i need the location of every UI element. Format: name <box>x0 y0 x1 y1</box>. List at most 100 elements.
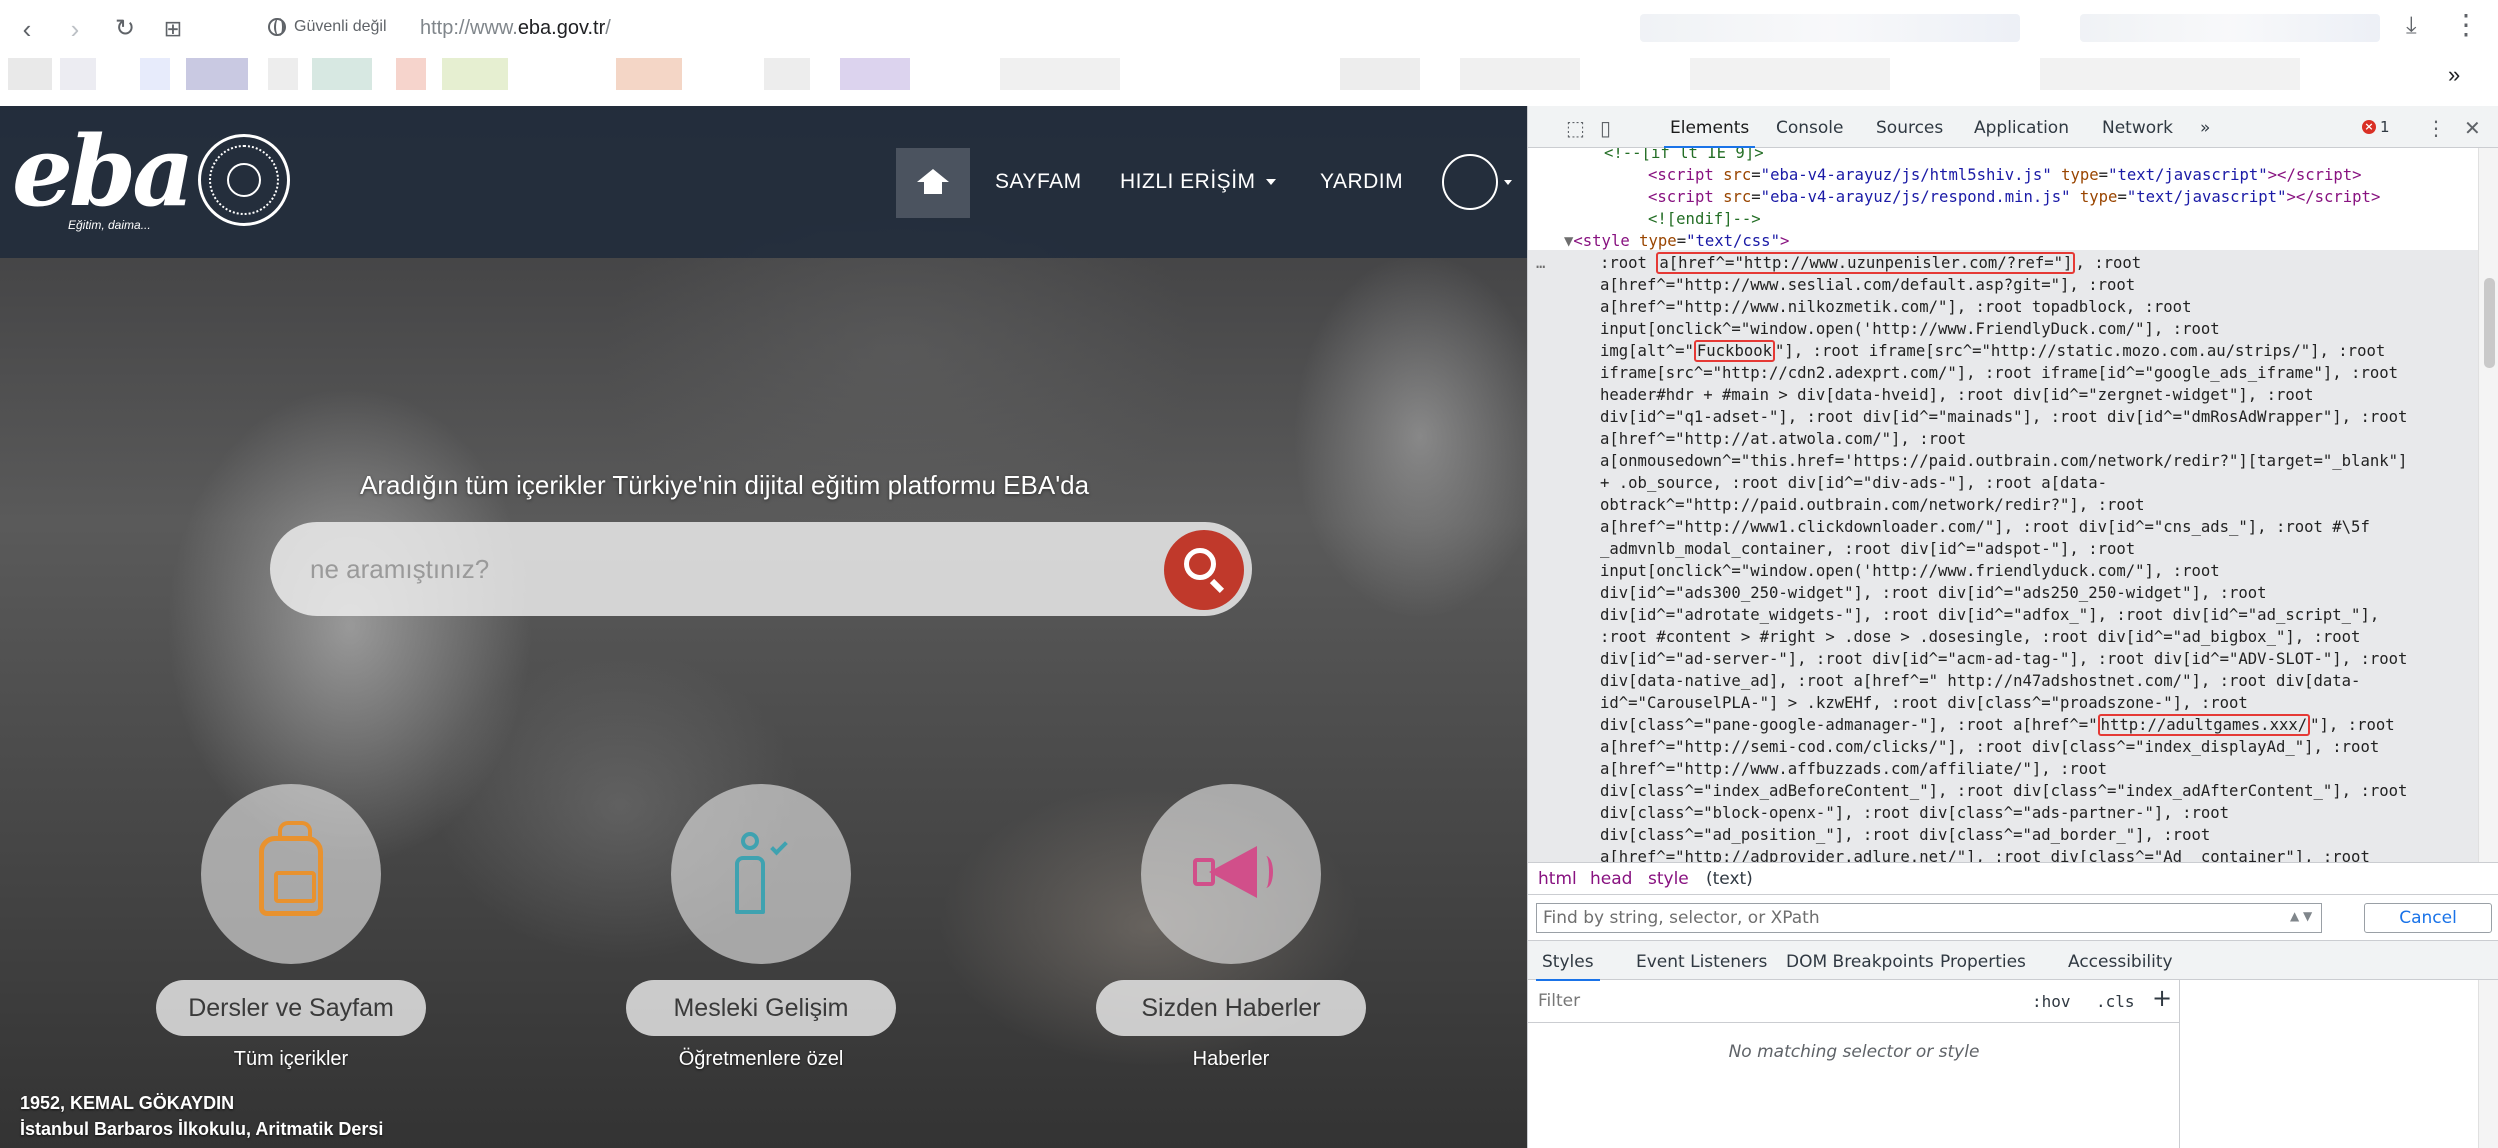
css-text-line[interactable]: header#hdr + #main > div[data-hveid], :r… <box>1600 384 2314 406</box>
feature-circle[interactable] <box>1141 784 1321 964</box>
css-text-line[interactable]: iframe[src^="http://cdn2.adexprt.com/"],… <box>1600 362 2398 384</box>
tab-application[interactable]: Application <box>1974 118 2069 138</box>
feature-button[interactable]: Dersler ve Sayfam <box>156 980 426 1036</box>
more-tabs-icon[interactable]: » <box>2200 118 2210 138</box>
apps-grid-icon[interactable]: ⊞ <box>156 12 190 46</box>
tab-console[interactable]: Console <box>1776 118 1844 138</box>
css-text-line[interactable]: _admvnlb_modal_container, :root div[id^=… <box>1600 538 2135 560</box>
download-icon[interactable]: ⤓ <box>2406 12 2417 40</box>
breadcrumb-text[interactable]: (text) <box>1706 869 1753 889</box>
tab-sources[interactable]: Sources <box>1876 118 1943 138</box>
styles-scrollbar[interactable] <box>2478 980 2498 1148</box>
cancel-button[interactable]: Cancel <box>2364 903 2492 933</box>
css-text-line[interactable]: a[onmousedown^="this.href='https://paid.… <box>1600 450 2407 472</box>
css-text-line[interactable]: div[class^="ad_position_"], :root div[cl… <box>1600 824 2210 846</box>
eba-logo[interactable]: eba <box>12 124 194 220</box>
find-nav-arrows-icon[interactable]: ▲ ▼ <box>2290 909 2312 923</box>
address-bar[interactable]: http://www.eba.gov.tr/ <box>420 17 611 40</box>
css-text-line[interactable]: a[href^="http://www1.clickdownloader.com… <box>1600 516 2370 538</box>
bookmark-blurred[interactable] <box>616 58 682 90</box>
back-icon[interactable]: ‹ <box>10 12 44 46</box>
reload-icon[interactable]: ↻ <box>108 12 142 46</box>
bookmark-blurred[interactable] <box>268 58 298 90</box>
css-text-line[interactable]: :root a[href^="http://www.uzunpenisler.c… <box>1600 252 2141 274</box>
bookmark-blurred[interactable] <box>140 58 170 90</box>
find-input[interactable] <box>1536 903 2322 933</box>
browser-menu-icon[interactable]: ⋮ <box>2452 8 2480 41</box>
bookmark-blurred[interactable] <box>840 58 910 90</box>
tab-dom-breakpoints[interactable]: DOM Breakpoints <box>1786 952 1934 972</box>
breadcrumb-head[interactable]: head <box>1590 869 1632 889</box>
css-text-line[interactable]: div[id^="q1-adset-"], :root div[id^="mai… <box>1600 406 2407 428</box>
css-text-line[interactable]: a[href^="http://semi-cod.com/clicks/"], … <box>1600 736 2379 758</box>
new-style-rule-icon[interactable]: + <box>2152 984 2172 1012</box>
bookmark-blurred[interactable] <box>764 58 810 90</box>
close-icon[interactable]: ✕ <box>2464 116 2481 140</box>
styles-filter-input[interactable] <box>1532 984 1986 1018</box>
feature-circle[interactable] <box>201 784 381 964</box>
css-text-line[interactable]: img[alt^=" Fuckbook "], :root iframe[src^=… <box>1600 340 2385 362</box>
bookmark-blurred[interactable] <box>1000 58 1120 90</box>
tab-elements[interactable]: Elements <box>1663 118 1756 148</box>
cls-toggle[interactable]: .cls <box>2096 992 2135 1011</box>
bookmark-blurred[interactable] <box>2040 58 2300 90</box>
ministry-seal[interactable] <box>198 134 290 226</box>
tab-accessibility[interactable]: Accessibility <box>2068 952 2173 972</box>
bookmark-blurred[interactable] <box>396 58 426 90</box>
bookmark-blurred[interactable] <box>8 58 52 90</box>
inspect-element-icon[interactable]: ⬚ <box>1566 116 1585 140</box>
more-options-icon[interactable]: … <box>1536 252 1545 274</box>
bookmark-blurred[interactable] <box>60 58 96 90</box>
breadcrumb-style[interactable]: style <box>1648 869 1689 889</box>
forward-icon[interactable]: › <box>58 12 92 46</box>
css-text-line[interactable]: a[href^="http://www.seslial.com/default.… <box>1600 274 2135 296</box>
bookmark-blurred[interactable] <box>1690 58 1890 90</box>
feature-circle[interactable] <box>671 784 851 964</box>
tab-styles[interactable]: Styles <box>1536 952 1600 981</box>
bookmarks-overflow-icon[interactable]: » <box>2448 62 2460 88</box>
css-text-line[interactable]: div[class^="index_adBeforeContent_"], :r… <box>1600 780 2407 802</box>
bookmark-blurred[interactable] <box>186 58 248 90</box>
css-text-line[interactable]: :root #content > #right > .dose > .doses… <box>1600 626 2360 648</box>
tab-properties[interactable]: Properties <box>1940 952 2026 972</box>
nav-hizli-erisim[interactable]: HIZLI ERİŞİM <box>1120 170 1276 194</box>
css-text-line[interactable]: a[href^="http://at.atwola.com/"], :root <box>1600 428 1966 450</box>
tab-event-listeners[interactable]: Event Listeners <box>1636 952 1767 972</box>
avatar[interactable] <box>1442 154 1498 210</box>
css-text-line[interactable]: div[id^="adrotate_widgets-"], :root div[… <box>1600 604 2379 626</box>
css-text-line[interactable]: a[href^="http://www.nilkozmetik.com/"], … <box>1600 296 2191 318</box>
devtools-menu-icon[interactable]: ⋮ <box>2426 116 2446 140</box>
search-input[interactable] <box>310 546 1130 592</box>
css-text-line[interactable]: a[href^="http://adprovider.adlure.net/"]… <box>1600 846 2370 862</box>
hov-toggle[interactable]: :hov <box>2032 992 2071 1011</box>
css-text-line[interactable]: div[id^="ad-server-"], :root div[id^="ac… <box>1600 648 2407 670</box>
css-text-line[interactable]: div[id^="ads300_250-widget"], :root div[… <box>1600 582 2267 604</box>
bookmark-blurred[interactable] <box>1460 58 1580 90</box>
code-script-node[interactable]: <script src="eba-v4-arayuz/js/html5shiv.… <box>1648 164 2362 186</box>
css-text-line[interactable]: div[data-native_ad], :root a[href^=" htt… <box>1600 670 2360 692</box>
bookmark-blurred[interactable] <box>442 58 508 90</box>
css-text-line[interactable]: div[class^="pane-google-admanager-"], :r… <box>1600 714 2395 736</box>
css-text-line[interactable]: input[onclick^="window.open('http://www.… <box>1600 560 2220 582</box>
tab-network[interactable]: Network <box>2102 118 2173 138</box>
search-button[interactable] <box>1164 530 1244 610</box>
code-style-node[interactable]: ▼<style type="text/css"> <box>1564 230 1789 252</box>
nav-yardim[interactable]: YARDIM <box>1320 170 1403 194</box>
code-script-node[interactable]: <script src="eba-v4-arayuz/js/respond.mi… <box>1648 186 2380 208</box>
css-text-line[interactable]: input[onclick^="window.open('http://www.… <box>1600 318 2220 340</box>
breadcrumb-html[interactable]: html <box>1538 869 1577 889</box>
feature-button[interactable]: Mesleki Gelişim <box>626 980 896 1036</box>
css-text-line[interactable]: div[class^="block-openx-"], :root div[cl… <box>1600 802 2229 824</box>
css-text-line[interactable]: + .ob_source, :root div[id^="div-ads-"],… <box>1600 472 2107 494</box>
bookmark-blurred[interactable] <box>312 58 372 90</box>
chevron-down-icon[interactable] <box>1504 180 1512 185</box>
code-comment[interactable]: <!--[if lt IE 9]> <box>1604 148 1764 164</box>
feature-button[interactable]: Sizden Haberler <box>1096 980 1366 1036</box>
device-toolbar-icon[interactable]: ▯ <box>1600 116 1611 140</box>
css-text-line[interactable]: a[href^="http://www.affbuzzads.com/affil… <box>1600 758 2107 780</box>
security-indicator[interactable]: Güvenli değil <box>268 18 387 36</box>
code-comment[interactable]: <![endif]--> <box>1648 208 1761 230</box>
css-text-line[interactable]: id^="CarouselPLA-"] > .kzwEHf, :root div… <box>1600 692 2248 714</box>
css-text-line[interactable]: obtrack^="http://paid.outbrain.com/netwo… <box>1600 494 2145 516</box>
error-counter[interactable]: × 1 <box>2362 118 2390 136</box>
